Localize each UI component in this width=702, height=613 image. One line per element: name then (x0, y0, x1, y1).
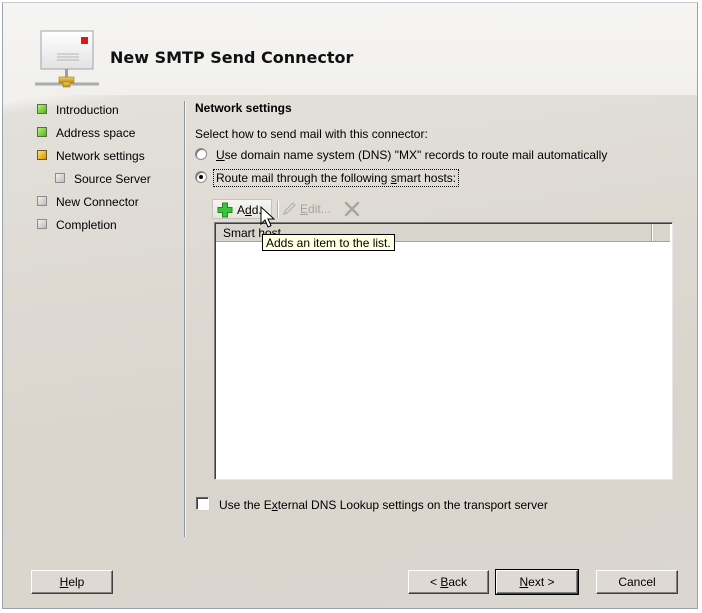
wizard-header: New SMTP Send Connector (3, 3, 697, 95)
step-pending-icon (55, 173, 65, 183)
routing-prompt: Select how to send mail with this connec… (195, 127, 428, 141)
column-separator[interactable] (651, 224, 652, 241)
delete-x-icon (344, 201, 360, 217)
radio-button-checked[interactable] (195, 171, 207, 183)
toolbar-separator (277, 201, 278, 218)
nav-step-label: Introduction (56, 103, 119, 117)
cancel-button[interactable]: Cancel (596, 570, 678, 594)
next-button[interactable]: Next > (495, 569, 579, 595)
nav-divider (184, 101, 185, 537)
external-dns-checkbox[interactable] (195, 496, 210, 511)
delete-button[interactable] (343, 199, 361, 219)
wizard-title: New SMTP Send Connector (110, 48, 354, 67)
radio-smart-hosts-label[interactable]: Route mail through the following smart h… (212, 169, 460, 187)
mouse-pointer-icon (260, 206, 276, 228)
nav-step-label: Network settings (56, 149, 145, 163)
step-pending-icon (37, 219, 47, 229)
step-pending-icon (37, 196, 47, 206)
external-dns-label[interactable]: Use the External DNS Lookup settings on … (219, 497, 548, 513)
back-button[interactable]: < Back (408, 570, 489, 594)
nav-step-label: Completion (56, 218, 117, 232)
wizard-window: New SMTP Send Connector Introduction Add… (2, 2, 698, 609)
step-complete-icon (37, 127, 47, 137)
help-button[interactable]: Help (31, 570, 113, 594)
radio-dns-mx-label[interactable]: Use domain name system (DNS) "MX" record… (216, 147, 607, 163)
pencil-icon (283, 202, 296, 215)
plus-icon (217, 202, 233, 218)
nav-step-label: Address space (56, 126, 136, 140)
step-current-icon (37, 150, 47, 160)
add-button-tooltip: Adds an item to the list. (262, 234, 395, 251)
smart-hosts-list[interactable]: Smart host (214, 222, 673, 480)
nav-step-label: New Connector (56, 195, 139, 209)
smtp-connector-icon (35, 30, 99, 88)
nav-step-label: Source Server (74, 172, 151, 186)
radio-button-unchecked[interactable] (195, 148, 207, 160)
section-title: Network settings (195, 101, 292, 115)
step-complete-icon (37, 104, 47, 114)
